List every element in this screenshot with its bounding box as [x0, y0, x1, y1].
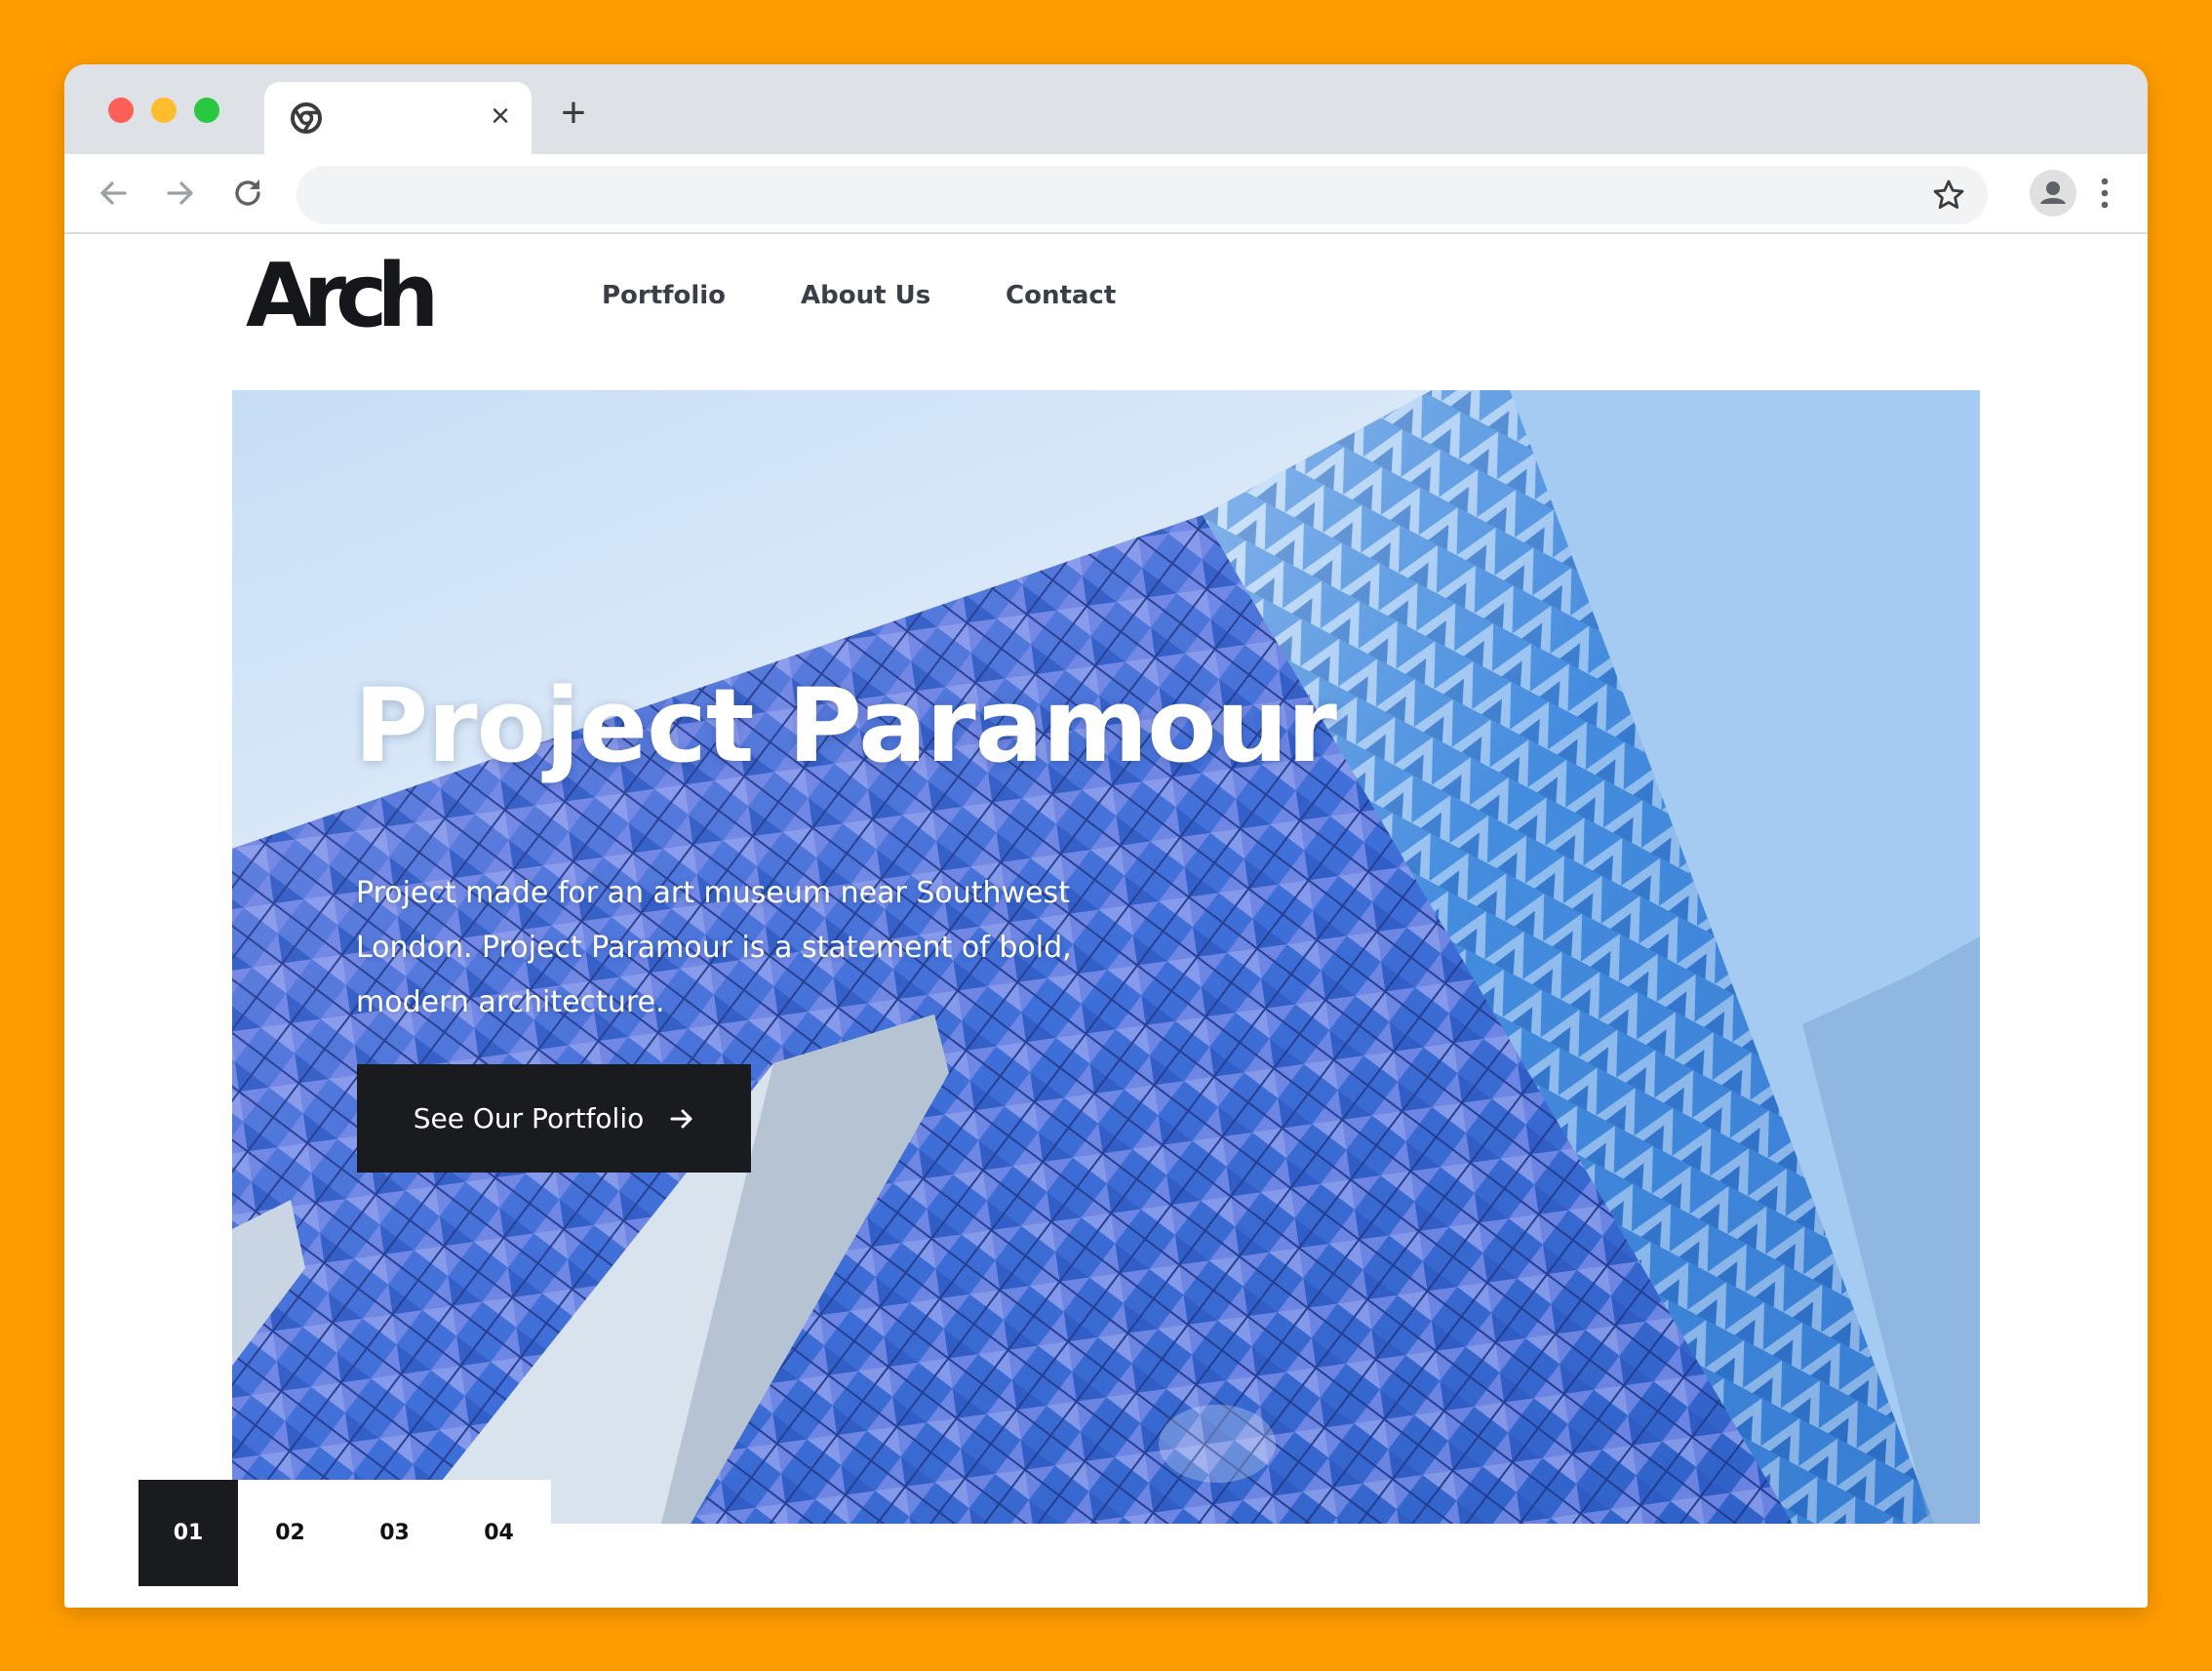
pager-item-02[interactable]: 02 — [238, 1480, 342, 1586]
user-avatar-icon[interactable] — [2030, 170, 2076, 217]
more-vert-icon[interactable] — [2093, 172, 2116, 215]
slide-pager: 01 02 03 04 — [138, 1480, 551, 1586]
arrow-right-icon[interactable] — [161, 174, 200, 213]
window-close-button[interactable] — [108, 98, 134, 123]
nav-link-portfolio[interactable]: Portfolio — [602, 281, 726, 310]
chrome-icon — [291, 102, 322, 134]
reload-icon[interactable] — [228, 174, 267, 213]
nav-link-contact[interactable]: Contact — [1006, 281, 1116, 310]
hero-section: Project Paramour Project made for an art… — [232, 390, 1980, 1524]
star-icon[interactable] — [1931, 178, 1966, 213]
arrow-right-icon — [670, 1109, 692, 1128]
nav-link-about-us[interactable]: About Us — [801, 281, 930, 310]
web-page: Arch Portfolio About Us Contact Project … — [64, 234, 2148, 1608]
arrow-left-icon[interactable] — [94, 174, 133, 213]
browser-toolbar — [64, 154, 2148, 234]
see-portfolio-label: See Our Portfolio — [413, 1102, 645, 1134]
pager-item-04[interactable]: 04 — [447, 1480, 551, 1586]
address-bar[interactable] — [296, 166, 1988, 224]
browser-tab[interactable]: × — [264, 82, 532, 154]
tab-strip: × + — [64, 64, 2148, 154]
window-minimize-button[interactable] — [151, 98, 177, 123]
new-tab-button[interactable]: + — [554, 92, 593, 135]
hero-description: Project made for an art museum near Sout… — [356, 876, 1072, 1019]
pager-item-03[interactable]: 03 — [342, 1480, 447, 1586]
pager-item-01[interactable]: 01 — [138, 1480, 238, 1586]
close-icon[interactable]: × — [484, 99, 517, 133]
site-logo[interactable]: Arch — [246, 248, 439, 345]
browser-window: × + Arch Portfolio About Us Contact Proj… — [64, 64, 2148, 1608]
window-maximize-button[interactable] — [194, 98, 219, 123]
hero-title: Project Paramour — [354, 666, 1337, 785]
see-portfolio-button[interactable]: See Our Portfolio — [357, 1064, 751, 1173]
